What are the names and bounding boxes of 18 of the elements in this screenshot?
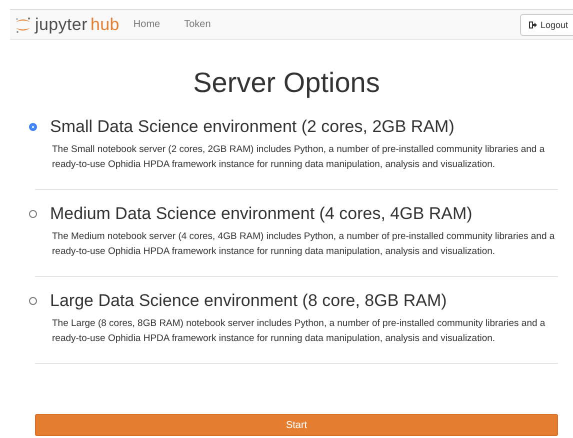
option-description: The Small notebook server (2 cores, 2GB RAM) includes Python, a number of pre-installed community libraries and a ready-to-use Ophidia HPDA framework instance for running data manipulation, analysis and visualization. [52, 143, 546, 172]
option-title: Large Data Science environment (8 core, 8GB RAM) [50, 291, 447, 311]
option-title: Medium Data Science environment (4 cores, 4GB RAM) [50, 204, 472, 224]
logo-text[interactable]: hub [90, 14, 120, 34]
radio-button[interactable] [29, 297, 37, 305]
nav-link[interactable]: Token [184, 19, 211, 30]
option-title: Small Data Science environment (2 cores, 2GB RAM) [50, 117, 454, 137]
radio-button[interactable] [29, 123, 37, 131]
option-description: The Medium notebook server (4 cores, 4GB RAM) includes Python, a number of pre-installed community libraries and a ready-to-use Ophidia HPDA framework instance for running data manipulation, analysis and visualization. [52, 230, 555, 259]
option-description: The Large (8 cores, 8GB RAM) notebook server includes Python, a number of pre-installed community libraries and a ready-to-use Ophidia HPDA framework instance for running data manipulation, analysis and visualization. [52, 317, 546, 346]
radio-button[interactable] [29, 210, 37, 218]
logo-icon [14, 16, 32, 34]
page-heading: Server Options [192, 67, 381, 99]
start-button[interactable]: Start [35, 414, 558, 436]
logout-button[interactable]: Logout [520, 14, 573, 36]
logo-text[interactable]: jupyter [35, 14, 88, 34]
nav-link[interactable]: Home [133, 19, 160, 30]
sign-out-icon [529, 20, 538, 28]
